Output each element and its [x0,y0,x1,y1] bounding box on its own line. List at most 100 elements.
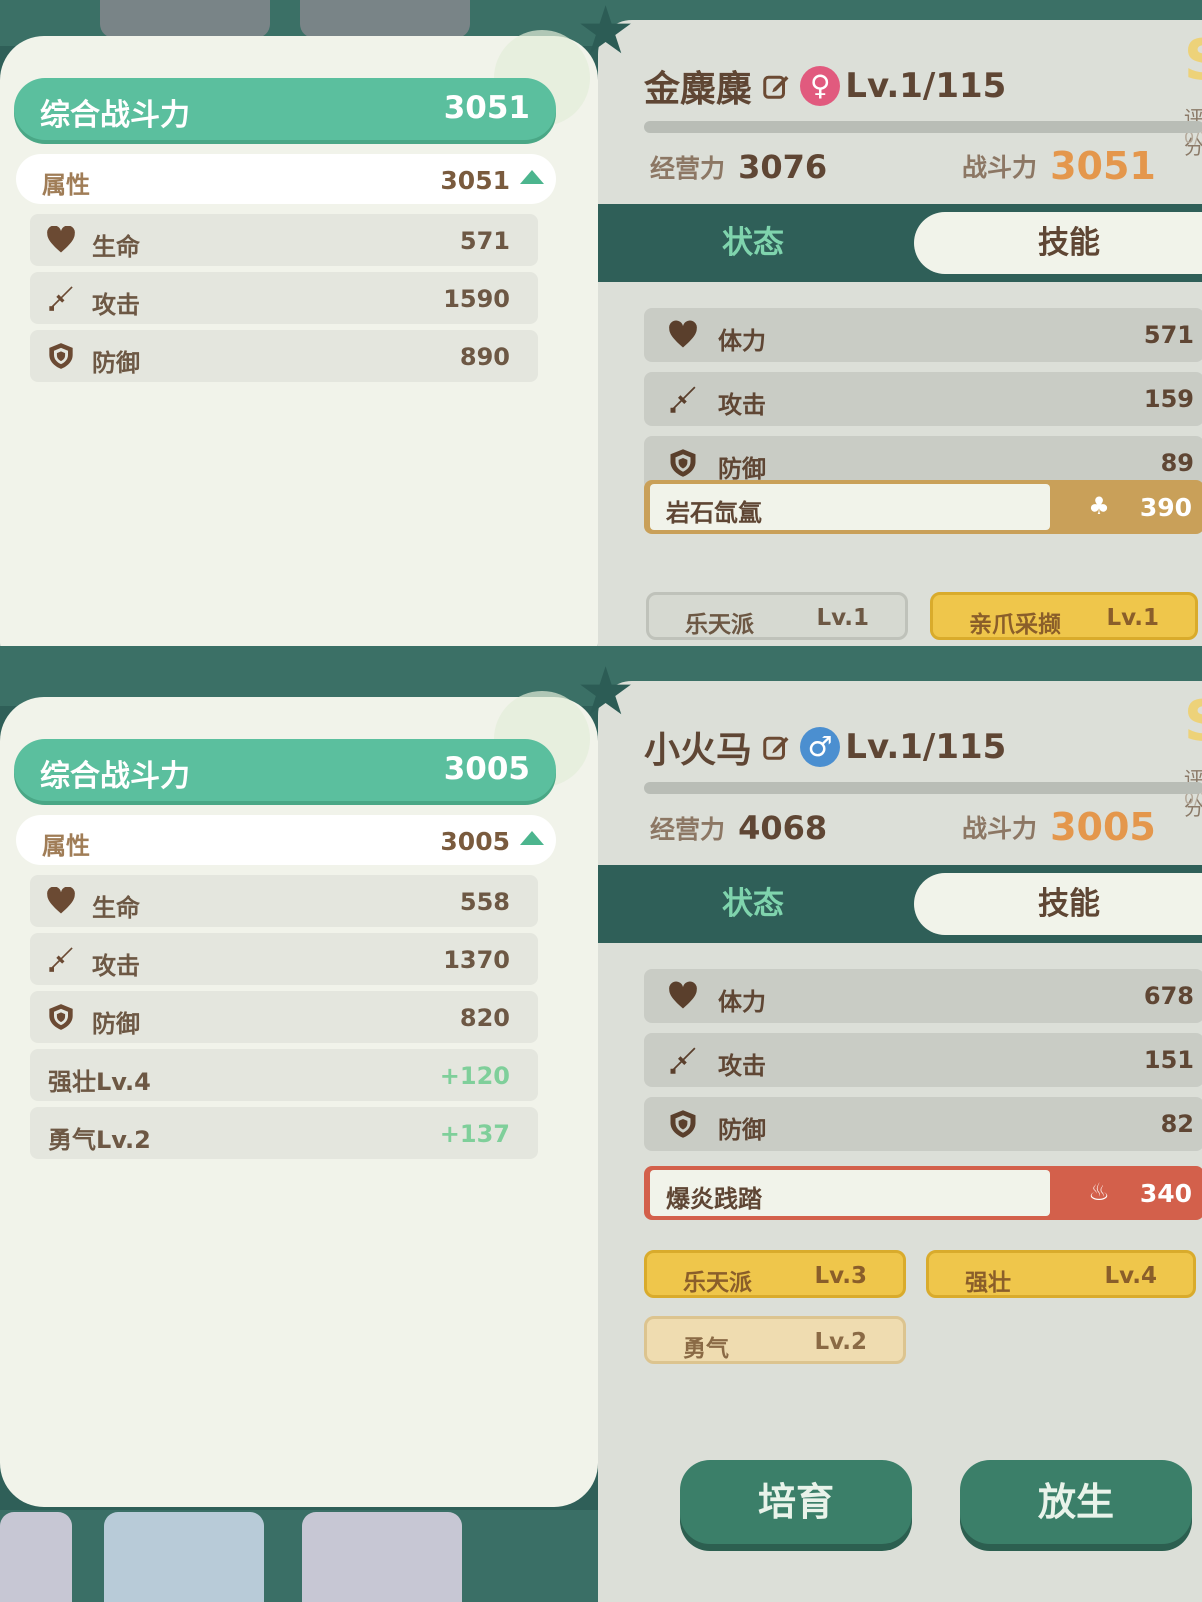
pet-name-line: 小火马 ♂ Lv.1/115 [644,721,1006,771]
shield-icon [49,1004,73,1030]
business-power: 经营力 3076 [650,148,827,186]
trait-name: 乐天派 [685,612,754,638]
background-item-card [100,0,270,38]
total-combat-power-value: 3005 [443,751,530,787]
trait-optimist[interactable]: 乐天派 Lv.1 [646,592,908,640]
stat-label: 攻击 [718,391,766,419]
stat-value: 571 [1143,321,1194,349]
shield-icon [670,1110,696,1138]
stat-row-stamina: 体力 571 [644,308,1202,362]
release-button[interactable]: 放生 [960,1460,1192,1544]
pet-name: 小火马 [644,730,753,771]
tab-status[interactable]: 状态 [598,204,908,282]
trait-courage[interactable]: 勇气 Lv.2 [644,1316,906,1364]
experience-bar [644,782,1202,794]
stat-row-stamina: 体力 678 [644,969,1202,1023]
attribute-label: 属性 [42,832,90,860]
trait-name: 乐天派 [683,1270,752,1296]
business-power-value: 4068 [738,809,828,847]
tab-skill[interactable]: 技能 [914,212,1202,274]
signature-skill-bar[interactable]: 爆炎践踏 ♨ 340 [644,1166,1202,1220]
item-ticket-card[interactable] [0,1512,72,1602]
female-gender-icon: ♀ [800,66,841,106]
bonus-value: +137 [439,1120,510,1148]
sword-icon [49,286,73,311]
stat-label: 防御 [718,1116,766,1144]
star-icon: ★ [576,0,636,69]
total-combat-power-bar: 综合战斗力 3051 [14,78,556,140]
stat-row-attack: 攻击 1590 [30,272,538,324]
cultivate-button[interactable]: 培育 [680,1460,912,1544]
stat-value: 159 [1143,385,1194,413]
male-gender-icon: ♂ [800,727,841,767]
collapse-arrow-icon[interactable] [520,831,544,845]
stat-row-hp: 生命 571 [30,214,538,266]
stat-row-defense: 防御 820 [30,991,538,1043]
combat-power-label: 战斗力 [962,153,1038,182]
total-combat-power-bar: 综合战斗力 3005 [14,739,556,801]
pet-name: 金麋麋 [644,69,753,110]
collapse-arrow-icon[interactable] [520,170,544,184]
edit-icon[interactable] [761,71,791,101]
combat-power-label: 战斗力 [962,814,1038,843]
attribute-list: 生命 558 攻击 1370 防御 820 强壮Lv.4 +120 勇气Lv.2… [30,875,538,1165]
stat-label: 生命 [92,233,140,261]
trait-name: 亲爪采撷 [969,612,1061,638]
trait-name: 强壮 [965,1270,1011,1296]
combat-power-panel: 综合战斗力 3005 属性 3005 生命 558 攻击 1370 防御 820 [0,691,598,1507]
item-ticket-card[interactable] [302,1512,462,1602]
attribute-header[interactable]: 属性 3005 [16,815,556,865]
heart-icon [669,981,697,1009]
stat-value: 678 [1143,982,1194,1010]
shield-icon [670,449,696,477]
trait-paw-gathering[interactable]: 亲爪采撷 Lv.1 [930,592,1198,640]
stat-row-hp: 生命 558 [30,875,538,927]
business-power: 经营力 4068 [650,809,827,847]
tab-status[interactable]: 状态 [598,865,908,943]
shield-icon [49,343,73,369]
signature-skill-bar[interactable]: 岩石氙氲 ♣ 390 [644,480,1202,534]
base-stats-list: 体力 571 攻击 159 防御 89 [644,308,1202,500]
trait-strong[interactable]: 强壮 Lv.4 [926,1250,1196,1298]
item-ticket-card[interactable] [104,1512,264,1602]
stat-value: 89 [1160,449,1194,477]
tab-skill[interactable]: 技能 [914,873,1202,935]
heart-icon [47,226,75,253]
star-icon: ★ [576,653,636,730]
attribute-value: 3051 [440,166,510,195]
skill-value: 340 [1139,1179,1192,1208]
stat-label: 攻击 [718,1052,766,1080]
attribute-header[interactable]: 属性 3051 [16,154,556,204]
item-bar [0,1510,598,1602]
total-combat-power-value: 3051 [443,90,530,126]
sword-icon [49,947,73,972]
trait-optimist[interactable]: 乐天派 Lv.3 [644,1250,906,1298]
background-item-card [300,0,470,38]
trait-level: Lv.3 [814,1263,867,1289]
bonus-label: 勇气Lv.2 [48,1126,151,1154]
skill-value: 390 [1139,493,1192,522]
base-stats-list: 体力 678 攻击 151 防御 82 [644,969,1202,1161]
stat-label: 攻击 [92,291,140,319]
combat-power: 战斗力 3005 [962,805,1156,849]
combat-power: 战斗力 3051 [962,144,1156,188]
sword-icon [670,1047,696,1074]
business-power-label: 经营力 [650,815,726,844]
fire-icon: ♨ [1088,1178,1110,1206]
pet-name-line: 金麋麋 ♀ Lv.1/115 [644,60,1006,110]
heart-icon [47,887,75,914]
combat-power-value: 3051 [1050,144,1156,188]
info-tabs: 状态 技能 [598,204,1202,282]
stat-row-attack: 攻击 151 [644,1033,1202,1087]
stat-label: 体力 [718,327,766,355]
stat-label: 生命 [92,894,140,922]
trait-name: 勇气 [683,1336,729,1362]
bonus-value: +120 [439,1062,510,1090]
stat-row-defense: 防御 82 [644,1097,1202,1151]
stat-label: 防御 [92,349,140,377]
rock-icon: ♣ [1088,492,1110,520]
trait-level: Lv.2 [814,1329,867,1355]
pet-level: Lv.1/115 [845,66,1007,106]
edit-icon[interactable] [761,732,791,762]
pet-compare-bottom: 综合战斗力 3005 属性 3005 生命 558 攻击 1370 防御 820 [0,646,1202,1602]
